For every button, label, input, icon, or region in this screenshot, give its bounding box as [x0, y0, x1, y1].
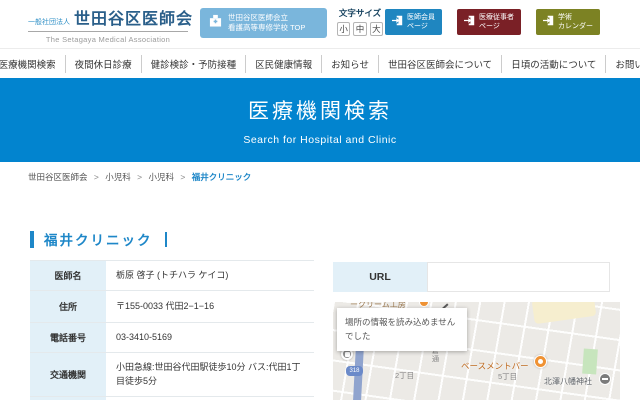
address-value: 〒155-0033 代田2−1−16 [116, 300, 215, 311]
font-size-large-button[interactable]: 大 [369, 22, 383, 36]
breadcrumb-separator: > [137, 172, 143, 182]
font-size-control: 文字サイズ 小 中 大 [337, 7, 383, 36]
clinic-details-table: 医師名 栃原 啓子 (トチハラ ケイコ) 住所 〒155-0033 代田2−1−… [30, 260, 314, 400]
site-header: 一般社団法人 世田谷区医師会 The Setagaya Medical Asso… [0, 0, 640, 48]
map-district-2-label: 2丁目 [395, 371, 415, 380]
org-type-label: 一般社団法人 [28, 19, 70, 26]
url-label: URL [333, 262, 427, 292]
map-poi-basement-bar-label: ベースメントバー [461, 361, 529, 371]
heading-accent-bar [30, 230, 34, 248]
page: 一般社団法人 世田谷区医師会 The Setagaya Medical Asso… [0, 0, 640, 400]
breadcrumb: 世田谷区医師会 > 小児科 > 小児科 > 福井クリニック [28, 171, 251, 183]
nav-item-about[interactable]: 世田谷区医師会について [377, 54, 501, 73]
location-map[interactable]: ークリーム工房 318 鎌倉通り 2丁目 5丁目 ベースメントバー 北澤八幡神社… [333, 302, 620, 400]
heading-caret [164, 231, 167, 247]
font-size-medium-button[interactable]: 中 [353, 22, 367, 36]
font-size-small-button[interactable]: 小 [337, 22, 351, 36]
table-row: 医師名 栃原 啓子 (トチハラ ケイコ) [30, 261, 314, 291]
breadcrumb-separator: > [93, 172, 99, 182]
site-logo[interactable]: 一般社団法人 世田谷区医師会 The Setagaya Medical Asso… [28, 5, 192, 44]
calendar-button-line2: カレンダー [558, 23, 593, 30]
school-button-line1: 世田谷区医師会立 [228, 12, 288, 22]
doctor-name-label: 医師名 [30, 261, 106, 290]
member-button-line1: 医師会員 [407, 13, 435, 21]
org-name-english: The Setagaya Medical Association [45, 35, 171, 44]
login-door-icon [464, 13, 475, 31]
access-value: 小田急線:世田谷代田駅徒歩10分 バス:代田1丁目徒歩5分 [116, 361, 301, 386]
member-button-line2: ページ [407, 23, 428, 30]
hero-banner: 医療機関検索 Search for Hospital and Clinic [0, 78, 640, 162]
shrine-poi-icon[interactable] [599, 373, 611, 385]
breadcrumb-current: 福井クリニック [191, 172, 252, 182]
calendar-button-line1: 学術 [558, 13, 572, 21]
table-row: 電話番号 03-3410-5169 [30, 323, 314, 353]
access-label: 交通機関 [30, 353, 106, 396]
login-door-icon [543, 13, 554, 31]
academic-calendar-button[interactable]: 学術 カレンダー [536, 9, 600, 35]
nav-item-night-holiday[interactable]: 夜間休日診療 [64, 54, 141, 73]
restaurant-poi-icon[interactable] [419, 302, 429, 307]
page-subtitle: Search for Hospital and Clinic [243, 134, 397, 146]
main-nav: 医療機関検索 夜間休日診療 健診検診・予防接種 区民健康情報 お知らせ 世田谷区… [0, 48, 640, 78]
nav-item-citizen-health[interactable]: 区民健康情報 [245, 54, 321, 73]
nav-item-checkup[interactable]: 健診検診・予防接種 [140, 54, 246, 73]
breadcrumb-category[interactable]: 小児科 [105, 172, 131, 182]
breadcrumb-subcategory[interactable]: 小児科 [148, 172, 174, 182]
nav-item-search[interactable]: 医療機関検索 [0, 55, 65, 73]
map-error-popup: 場所の情報を読み込めませんでした [337, 308, 467, 351]
login-door-icon [392, 13, 403, 31]
nav-item-news[interactable]: お知らせ [321, 54, 378, 73]
phone-label: 電話番号 [30, 323, 106, 352]
map-area-yellow [531, 302, 597, 325]
address-label: 住所 [30, 291, 106, 322]
org-name: 世田谷区医師会 [74, 11, 194, 28]
phone-value: 03-3410-5169 [116, 331, 173, 342]
hospital-building-icon [209, 14, 222, 32]
table-row: 住所 〒155-0033 代田2−1−16 [30, 291, 314, 323]
breadcrumb-separator: > [180, 172, 186, 182]
url-value [427, 262, 610, 292]
table-row: 交通機関 小田急線:世田谷代田駅徒歩10分 バス:代田1丁目徒歩5分 [30, 353, 314, 397]
url-row: URL [333, 262, 610, 292]
quick-links: 医師会員 ページ 医療従事者 ページ 学術 カレンダー [385, 9, 600, 35]
nav-item-activities[interactable]: 日頃の活動について [501, 54, 605, 73]
map-poi-shrine-label: 北澤八幡神社 [544, 377, 592, 386]
school-button-line2: 看護高等専修学校 TOP [228, 23, 306, 32]
nursing-school-button[interactable]: 世田谷区医師会立 看護高等専修学校 TOP [200, 8, 327, 38]
page-title: 医療機関検索 [248, 100, 392, 123]
worker-button-line1: 医療従事者 [479, 13, 514, 21]
doctor-name-value: 栃原 啓子 (トチハラ ケイコ) [116, 269, 229, 280]
clinic-heading: 福井クリニック [30, 229, 167, 249]
worker-button-line2: ページ [479, 23, 500, 30]
member-page-button[interactable]: 医師会員 ページ [385, 9, 442, 35]
font-size-label: 文字サイズ [338, 8, 382, 18]
nav-item-contact[interactable]: お問い合わせ [605, 54, 640, 73]
route-number-shield: 318 [346, 366, 363, 376]
breadcrumb-home[interactable]: 世田谷区医師会 [28, 172, 88, 182]
medical-worker-page-button[interactable]: 医療従事者 ページ [457, 9, 521, 35]
map-district-5-label: 5丁目 [498, 372, 518, 381]
clinic-name: 福井クリニック [44, 233, 153, 248]
map-park-green [582, 348, 598, 375]
bar-poi-icon[interactable] [534, 355, 547, 368]
